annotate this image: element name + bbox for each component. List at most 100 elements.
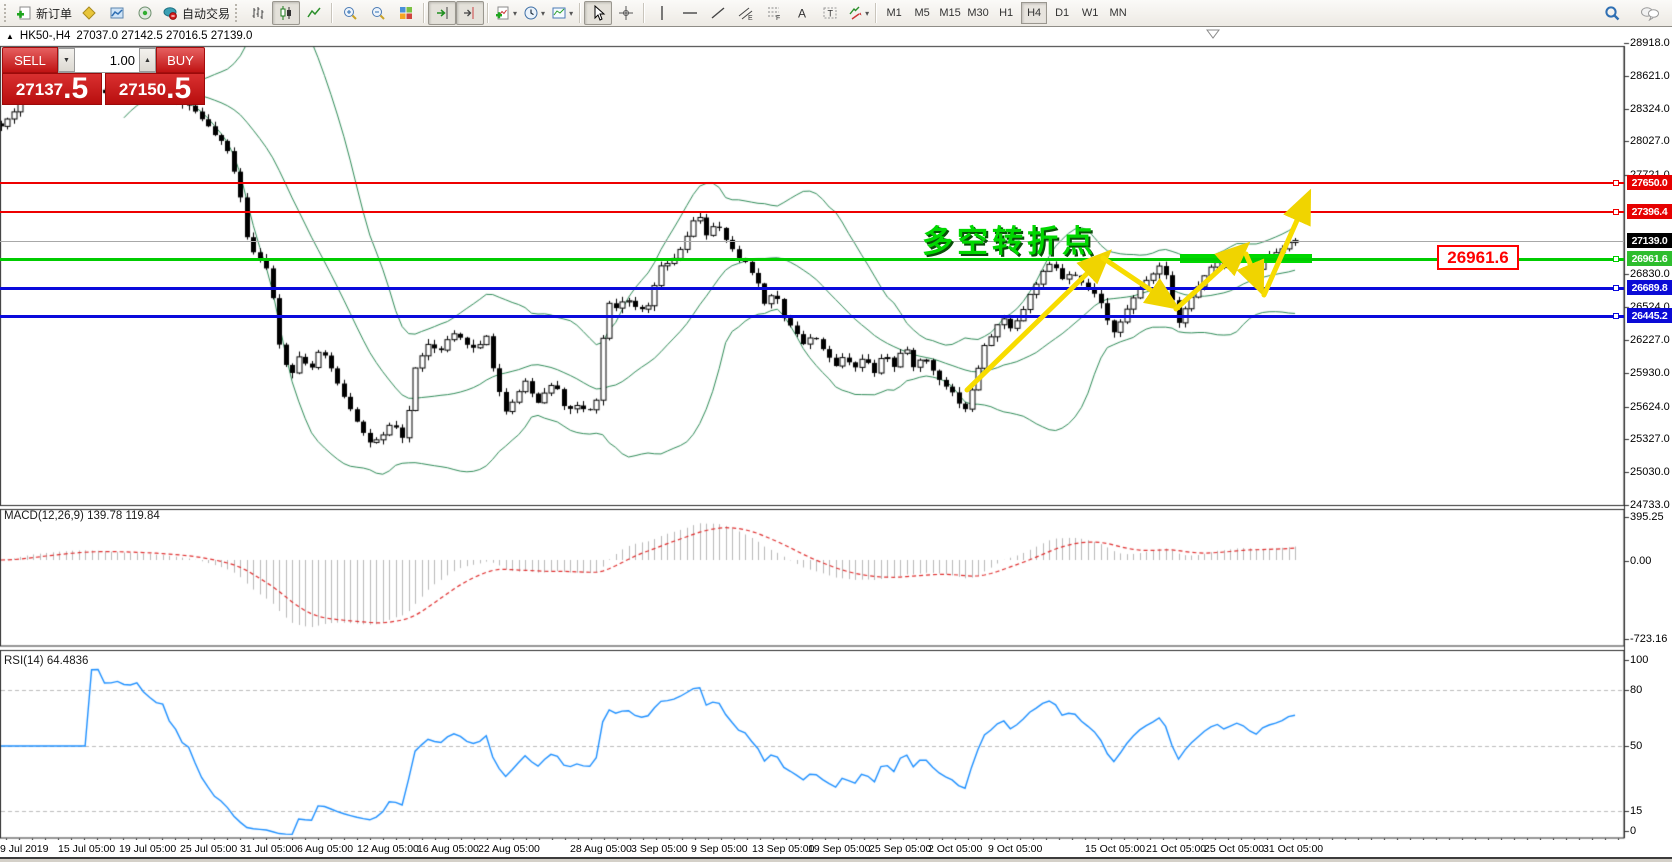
indicator-tick-label: 80 (1630, 684, 1643, 696)
buy-button[interactable]: BUY (156, 47, 205, 73)
vertical-line-button[interactable] (648, 1, 676, 25)
horizontal-level-line[interactable] (0, 211, 1624, 213)
zoom-in-button[interactable] (336, 1, 364, 25)
toolbar-separator (487, 3, 490, 23)
toolbar-grip[interactable] (235, 4, 242, 22)
tf-m15-button[interactable]: M15 (937, 2, 963, 24)
label-tool-button[interactable]: T (816, 1, 844, 25)
trendline-button[interactable] (704, 1, 732, 25)
panel-collapse-icon[interactable]: ▲ (6, 32, 14, 41)
level-line-handle[interactable] (1613, 313, 1619, 319)
new-order-button[interactable]: 新订单 (13, 1, 75, 25)
horizontal-level-line[interactable] (0, 287, 1624, 290)
horizontal-level-line[interactable] (0, 182, 1624, 184)
price-tick-label: 28027.0 (1630, 135, 1670, 147)
chart-title-ohlc: ▲ HK50-,H4 27037.0 27142.5 27016.5 27139… (6, 30, 252, 42)
dropdown-arrow-icon: ▾ (865, 8, 870, 18)
time-axis-label: 2 Oct 05:00 (928, 843, 983, 855)
cursor-button[interactable] (584, 1, 613, 25)
volume-increase-button[interactable]: ▲ (139, 48, 156, 72)
tf-m30-button[interactable]: M30 (965, 2, 991, 24)
time-axis-label: 9 Jul 2019 (0, 843, 49, 855)
dropdown-arrow-icon: ▾ (513, 8, 518, 18)
level-line-handle[interactable] (1613, 209, 1619, 215)
chart-shift-marker-icon[interactable] (1206, 29, 1220, 39)
zoom-out-button[interactable] (364, 1, 392, 25)
line-chart-button[interactable] (300, 1, 328, 25)
sell-button[interactable]: SELL (2, 47, 58, 73)
periods-button[interactable]: ▾ (520, 1, 548, 25)
time-axis[interactable]: 9 Jul 2019 15 Jul 05:00 19 Jul 05:00 25 Jul… (0, 840, 1672, 858)
tf-h1-button[interactable]: H1 (993, 2, 1019, 24)
chart-canvas[interactable] (0, 0, 1672, 862)
price-axis-tag: 27396.4 (1627, 204, 1672, 219)
auto-scroll-button[interactable] (428, 1, 457, 25)
volume-decrease-button[interactable]: ▼ (58, 48, 75, 72)
price-axis-tag: 27650.0 (1627, 175, 1672, 190)
candlestick-chart-button[interactable] (272, 1, 301, 25)
sell-price[interactable]: 27137.5 (2, 73, 102, 105)
autotrading-button[interactable]: 自动交易 (159, 1, 233, 25)
template-icon (552, 7, 566, 19)
tf-d1-button[interactable]: D1 (1049, 2, 1075, 24)
mt4-window: 新订单 自动交易 ▾ ▾ ▾ E F A T ▾ M1 M5 M15 M30 H… (0, 0, 1672, 862)
indicators-button[interactable]: ▾ (492, 1, 520, 25)
time-axis-label: 31 Jul 05:00 (240, 843, 298, 855)
text-tool-icon: A (798, 7, 806, 21)
search-button[interactable] (1598, 1, 1626, 25)
toolbar-separator (579, 3, 582, 23)
horizontal-level-line[interactable] (0, 315, 1624, 318)
dropdown-arrow-icon: ▾ (541, 8, 546, 18)
time-axis-label: 21 Oct 05:00 (1146, 843, 1207, 855)
toolbar-separator (875, 3, 878, 23)
buy-price[interactable]: 27150.5 (105, 73, 205, 105)
tf-m5-button[interactable]: M5 (909, 2, 935, 24)
fibonacci-icon: F (768, 7, 780, 21)
market-watch-icon (110, 7, 124, 19)
crosshair-button[interactable] (612, 1, 640, 25)
search-icon (1604, 5, 1619, 20)
tf-w1-button[interactable]: W1 (1077, 2, 1103, 24)
indicator-tick-label: 50 (1630, 740, 1643, 752)
indicator-tick-label: 395.25 (1630, 511, 1664, 523)
price-tick-label: 28324.0 (1630, 103, 1670, 115)
text-tool-button[interactable]: A (788, 1, 816, 25)
time-axis-label: 16 Aug 05:00 (417, 843, 479, 855)
market-watch-button[interactable] (103, 1, 131, 25)
price-tick-label: 28918.0 (1630, 37, 1670, 49)
equidistant-channel-button[interactable]: E (732, 1, 760, 25)
price-tick-label: 26227.0 (1630, 334, 1670, 346)
turning-point-annotation: 多空转折点 (922, 224, 1097, 259)
chart-shift-button[interactable] (456, 1, 485, 25)
price-tick-label: 26830.0 (1630, 268, 1670, 280)
profile-icon (82, 6, 96, 20)
templates-button[interactable]: ▾ (548, 1, 576, 25)
level-line-handle[interactable] (1613, 180, 1619, 186)
tf-m1-button[interactable]: M1 (881, 2, 907, 24)
tile-windows-icon (400, 7, 413, 19)
price-tick-label: 25327.0 (1630, 433, 1670, 445)
bar-chart-icon (252, 7, 264, 19)
navigator-button[interactable] (131, 1, 159, 25)
time-axis-label: 25 Jul 05:00 (180, 843, 238, 855)
navigator-icon (138, 6, 152, 20)
crosshair-icon (619, 6, 634, 20)
chat-button[interactable] (1636, 1, 1664, 25)
horizontal-line-button[interactable] (676, 1, 704, 25)
toolbar-grip[interactable] (4, 4, 11, 22)
level-line-handle[interactable] (1613, 256, 1619, 262)
candlestick-chart-icon (280, 6, 292, 20)
profile-button[interactable] (75, 1, 103, 25)
toolbar-separator (643, 3, 646, 23)
price-axis-tag: 26689.8 (1627, 280, 1672, 295)
fibonacci-button[interactable]: F (760, 1, 788, 25)
arrows-tool-button[interactable]: ▾ (844, 1, 872, 25)
horizontal-level-line[interactable] (0, 258, 1624, 261)
level-line-handle[interactable] (1613, 285, 1619, 291)
tf-h4-button[interactable]: H4 (1021, 2, 1048, 24)
tf-mn-button[interactable]: MN (1105, 2, 1131, 24)
horizontal-level-line[interactable] (0, 241, 1624, 242)
tile-windows-button[interactable] (392, 1, 420, 25)
bar-chart-button[interactable] (244, 1, 272, 25)
volume-input[interactable]: 1.00 (75, 48, 139, 72)
